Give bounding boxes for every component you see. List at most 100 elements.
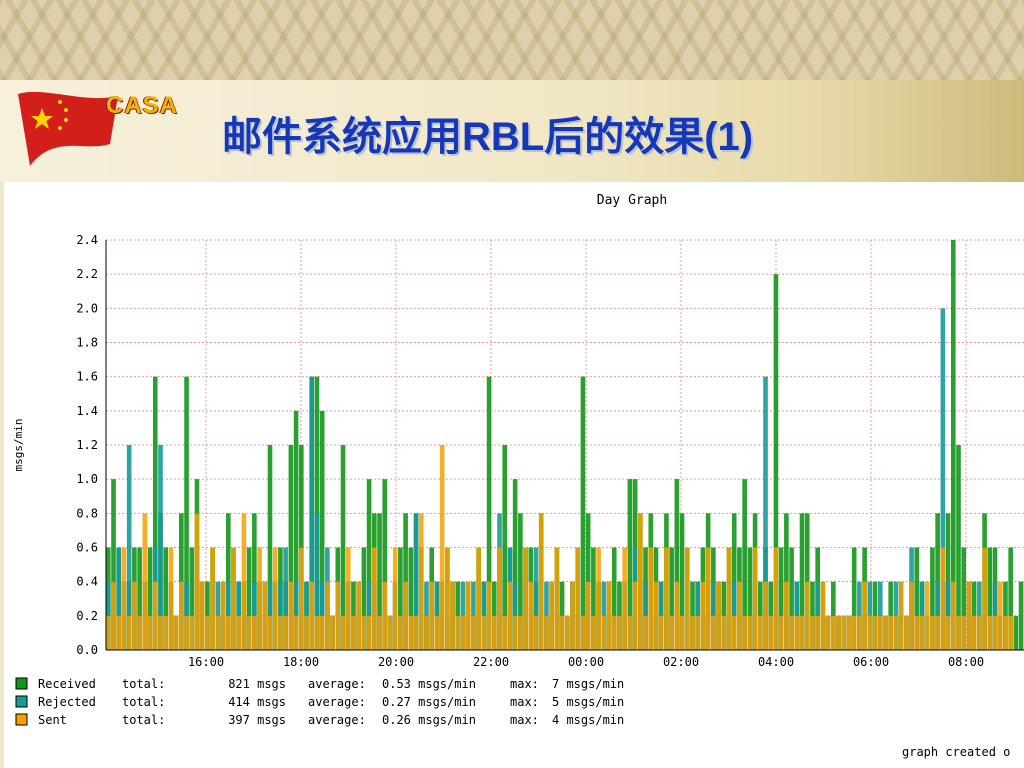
bar-sent bbox=[413, 615, 419, 650]
bar-sent bbox=[372, 547, 377, 650]
y-tick-label: 1.0 bbox=[76, 472, 98, 486]
bar-sent bbox=[252, 615, 257, 650]
y-tick-label: 0.2 bbox=[76, 609, 98, 623]
bar-sent bbox=[152, 581, 158, 650]
bar-sent bbox=[246, 615, 252, 650]
bar-sent bbox=[278, 615, 283, 650]
bar-sent bbox=[163, 615, 168, 650]
bar-sent bbox=[956, 615, 961, 650]
bar-sent bbox=[966, 581, 972, 650]
bar-sent bbox=[627, 615, 633, 650]
bar-received bbox=[580, 376, 586, 650]
bar-sent bbox=[512, 615, 518, 650]
bar-sent bbox=[684, 547, 690, 650]
bar-sent bbox=[987, 615, 993, 650]
legend-name: Received bbox=[38, 677, 96, 691]
bar-sent bbox=[408, 615, 414, 650]
chart-panel: Day Graph 0.0 0.2 0.4 0.6 0.8 1.0 1.2 1.4 1.6 1.8 2… bbox=[4, 182, 1024, 768]
legend-total: 821 msgs bbox=[228, 677, 286, 691]
bar-sent bbox=[559, 615, 565, 650]
y-tick-label: 0.6 bbox=[76, 541, 98, 555]
bar-sent bbox=[570, 581, 575, 650]
bar-sent bbox=[778, 615, 784, 650]
bar-sent bbox=[815, 615, 820, 650]
bar-sent bbox=[565, 615, 570, 650]
y-tick-label: 2.4 bbox=[76, 233, 98, 247]
bar-sent bbox=[460, 615, 466, 650]
bar-sent bbox=[220, 581, 226, 650]
bar-sent bbox=[924, 581, 930, 650]
bar-sent bbox=[523, 547, 528, 650]
bar-sent bbox=[679, 615, 685, 650]
legend-average: 0.26 msgs/min bbox=[382, 713, 476, 727]
bar-sent bbox=[643, 615, 648, 650]
bar-sent bbox=[314, 615, 320, 650]
bar-sent bbox=[825, 615, 831, 650]
legend-swatch bbox=[15, 695, 28, 708]
bar-sent bbox=[789, 615, 794, 650]
bar-sent bbox=[366, 615, 372, 650]
bar-sent bbox=[622, 547, 627, 650]
bar-sent bbox=[309, 581, 315, 650]
legend-swatch bbox=[15, 713, 28, 726]
bar-sent bbox=[898, 581, 904, 650]
y-tick-label: 1.4 bbox=[76, 404, 98, 418]
bar-sent bbox=[272, 547, 278, 650]
bar-sent bbox=[664, 547, 669, 650]
legend-average: 0.53 msgs/min bbox=[382, 677, 476, 691]
bar-sent bbox=[491, 615, 497, 650]
bar-sent bbox=[481, 615, 487, 650]
day-graph: Day Graph 0.0 0.2 0.4 0.6 0.8 1.0 1.2 1.4 1.6 1.8 2… bbox=[12, 193, 1024, 759]
legend-max-label: max: bbox=[510, 677, 539, 691]
logo-text: CASA bbox=[106, 92, 179, 119]
bar-sent bbox=[387, 615, 393, 650]
bar-sent bbox=[971, 615, 977, 650]
bar-sent bbox=[831, 615, 836, 650]
bar-sent bbox=[179, 581, 184, 650]
bar-sent bbox=[977, 615, 982, 650]
bar-sent bbox=[325, 581, 330, 650]
bar-sent bbox=[142, 513, 148, 650]
bar-sent bbox=[617, 615, 622, 650]
bar-sent bbox=[403, 581, 408, 650]
bar-sent bbox=[846, 615, 852, 650]
bar-sent bbox=[982, 547, 987, 650]
bar-sent bbox=[997, 581, 1003, 650]
bar-sent bbox=[158, 615, 163, 650]
bar-sent bbox=[919, 615, 925, 650]
bar-sent bbox=[799, 615, 805, 650]
bar-sent bbox=[184, 615, 189, 650]
bar-sent bbox=[429, 581, 435, 650]
bar-sent bbox=[528, 581, 534, 650]
x-tick-label: 04:00 bbox=[758, 655, 794, 669]
bar-sent bbox=[601, 615, 607, 650]
bar-sent bbox=[486, 581, 492, 650]
bar-sent bbox=[773, 547, 779, 650]
bar-sent bbox=[851, 615, 857, 650]
legend-total-label: total: bbox=[122, 677, 165, 691]
bar-sent bbox=[199, 581, 205, 650]
bar-sent bbox=[705, 547, 711, 650]
x-tick-label: 22:00 bbox=[473, 655, 509, 669]
legend-total-label: total: bbox=[122, 713, 165, 727]
bar-sent bbox=[674, 581, 680, 650]
bar-sent bbox=[126, 615, 132, 650]
bar-sent bbox=[267, 615, 273, 650]
bar-sent bbox=[867, 615, 873, 650]
bar-sent bbox=[810, 615, 815, 650]
bar-sent bbox=[345, 547, 351, 650]
bar-sent bbox=[434, 615, 440, 650]
bar-sent bbox=[752, 547, 758, 650]
bar-sent bbox=[471, 615, 476, 650]
bar-sent bbox=[945, 615, 951, 650]
bar-sent bbox=[768, 615, 774, 650]
bar-sent bbox=[288, 581, 294, 650]
bar-sent bbox=[116, 615, 122, 650]
bar-received bbox=[1013, 615, 1019, 650]
bar-sent bbox=[439, 445, 445, 650]
bar-sent bbox=[225, 615, 231, 650]
bar-sent bbox=[711, 615, 716, 650]
y-tick-label: 2.2 bbox=[76, 267, 98, 281]
bar-sent bbox=[241, 513, 247, 650]
bar-sent bbox=[690, 615, 695, 650]
